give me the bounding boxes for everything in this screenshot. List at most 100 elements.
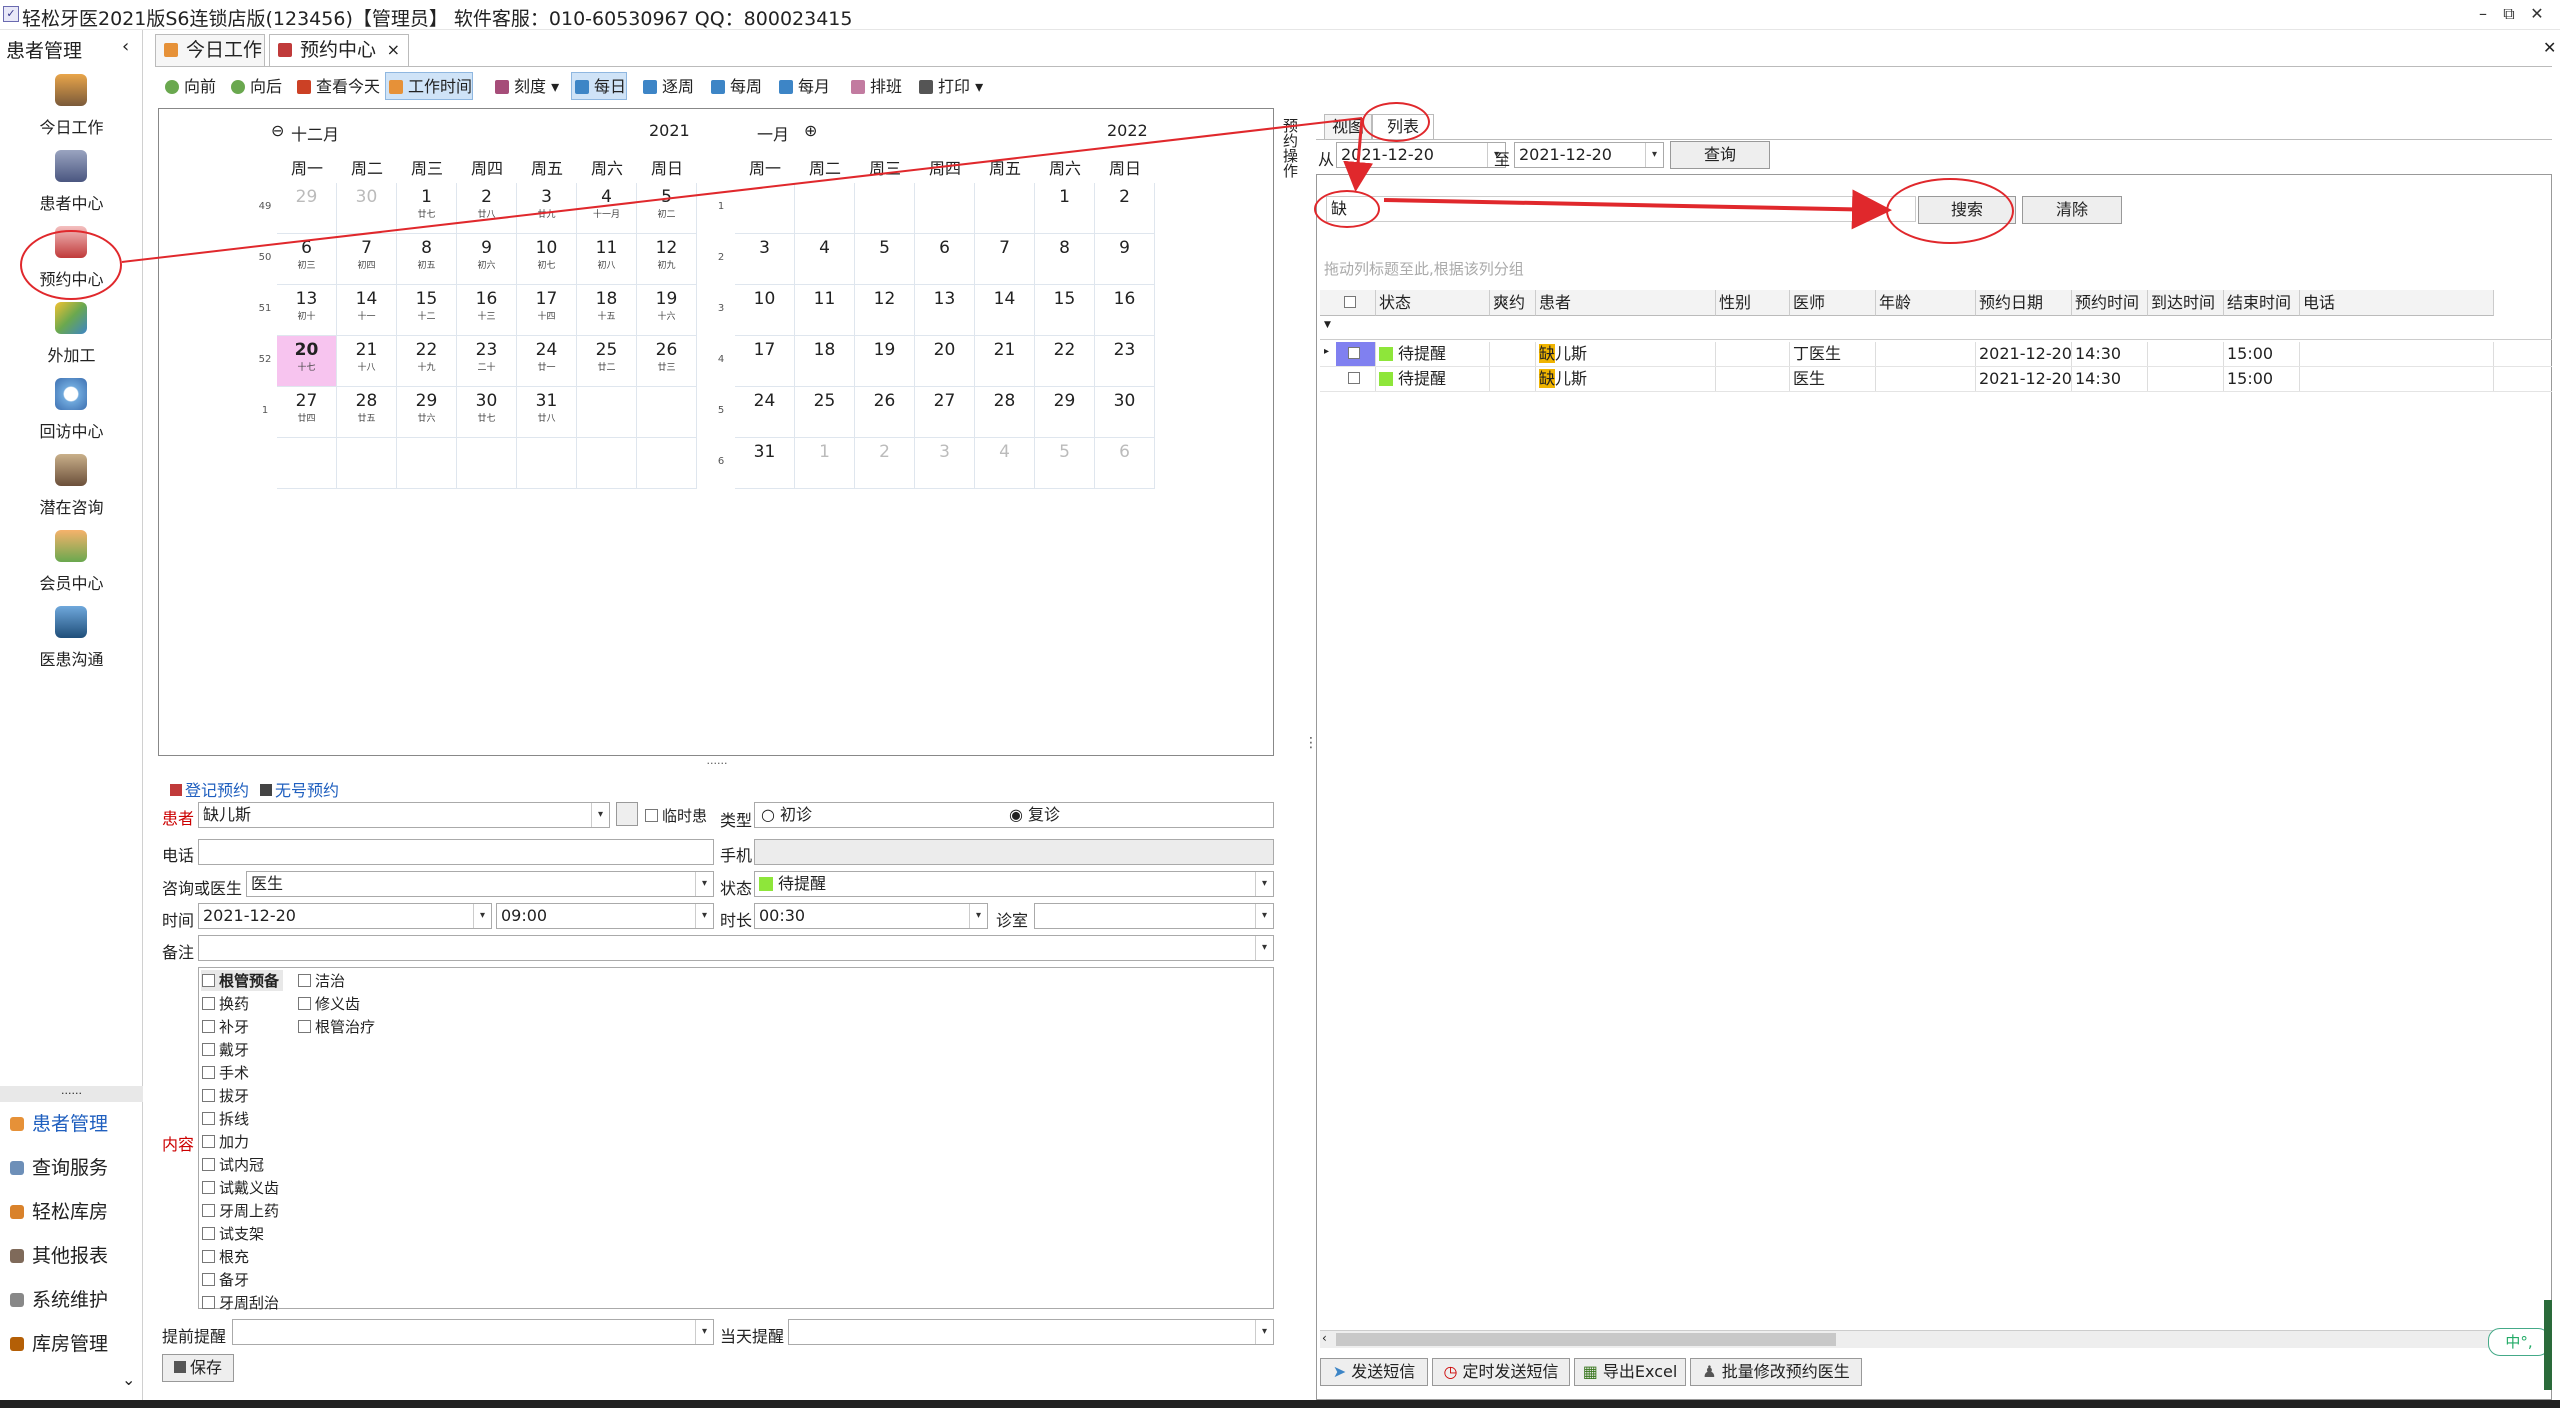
calendar-day[interactable]: 15 十二 <box>397 285 457 336</box>
content-checkbox[interactable]: 戴牙 <box>201 1039 249 1060</box>
calendar-day[interactable] <box>577 438 637 489</box>
calendar-day[interactable]: 14 十一 <box>337 285 397 336</box>
select-all-checkbox[interactable] <box>1320 290 1376 316</box>
calendar-day[interactable]: 6 初三 <box>277 234 337 285</box>
content-checkbox[interactable]: 试戴义齿 <box>201 1177 279 1198</box>
close-all-tabs-icon[interactable]: ✕ <box>2543 38 2556 57</box>
sidebar-item-followup[interactable]: 回访中心 <box>0 378 143 454</box>
content-checkbox[interactable]: 根管治疗 <box>297 1016 375 1037</box>
scroll-left-icon[interactable]: ‹ <box>1322 1331 1327 1345</box>
query-button[interactable]: 查询 <box>1670 141 1770 169</box>
calendar-day[interactable]: 7 初四 <box>337 234 397 285</box>
content-checkbox[interactable]: 补牙 <box>201 1016 249 1037</box>
calendar-day[interactable]: 27 <box>915 387 975 438</box>
save-button[interactable]: 保存 <box>162 1354 234 1382</box>
patient-input[interactable]: 缺儿斯 ▾ <box>198 802 610 828</box>
content-checkbox[interactable]: 试内冠 <box>201 1154 264 1175</box>
clear-button[interactable]: 清除 <box>2022 196 2122 224</box>
calendar-day[interactable] <box>637 438 697 489</box>
date-input[interactable]: 2021-12-20 ▾ <box>198 903 492 929</box>
column-header[interactable]: 患者 <box>1536 290 1716 316</box>
calendar-day[interactable]: 11 <box>795 285 855 336</box>
calendar-day[interactable]: 12 初九 <box>637 234 697 285</box>
calendar-day[interactable]: 29 廿六 <box>397 387 457 438</box>
calendar-day[interactable]: 30 廿七 <box>457 387 517 438</box>
column-header[interactable]: 结束时间 <box>2224 290 2300 316</box>
send-sms-button[interactable]: ➤ 发送短信 <box>1320 1358 1428 1386</box>
row-checkbox[interactable] <box>1336 367 1376 391</box>
batch-doctor-button[interactable]: ♟ 批量修改预约医生 <box>1690 1358 1862 1386</box>
close-window-button[interactable]: ✕ <box>2524 3 2550 25</box>
search-input[interactable]: 缺 <box>1326 196 1916 222</box>
tab-close-icon[interactable]: × <box>387 35 400 65</box>
bottom-nav-maintenance[interactable]: 系统维护 <box>10 1280 108 1320</box>
timed-sms-button[interactable]: ◷ 定时发送短信 <box>1432 1358 1570 1386</box>
bottom-nav-query[interactable]: 查询服务 <box>10 1148 108 1188</box>
calendar-day[interactable]: 6 <box>915 234 975 285</box>
sidebar-item-outsourcing[interactable]: 外加工 <box>0 302 143 378</box>
restore-button[interactable]: ⧉ <box>2496 3 2522 25</box>
calendar-day[interactable]: 15 <box>1035 285 1095 336</box>
sidebar-item-patient-center[interactable]: 患者中心 <box>0 150 143 226</box>
to-date-input[interactable]: 2021-12-20 ▾ <box>1514 142 1664 168</box>
calendar-day[interactable]: 31 廿八 <box>517 387 577 438</box>
sidebar-item-communication[interactable]: 医患沟通 <box>0 606 143 682</box>
content-checkbox[interactable]: 换药 <box>201 993 249 1014</box>
content-checkbox[interactable]: 牙周上药 <box>201 1200 279 1221</box>
expand-icon[interactable]: ⌄ <box>122 1370 135 1389</box>
calendar-day[interactable]: 30 <box>337 183 397 234</box>
calendar-day[interactable]: 3 <box>735 234 795 285</box>
content-checkbox[interactable]: 牙周刮治 <box>201 1292 279 1313</box>
calendar-day[interactable]: 3 廿九 <box>517 183 577 234</box>
mobile-input[interactable] <box>754 839 1274 865</box>
calendar-day[interactable]: 1 <box>795 438 855 489</box>
calendar-day[interactable]: 2 廿八 <box>457 183 517 234</box>
calendar-day[interactable] <box>735 183 795 234</box>
calendar-day[interactable] <box>457 438 517 489</box>
column-header[interactable]: 性别 <box>1716 290 1790 316</box>
calendar-day[interactable] <box>577 387 637 438</box>
print-dropdown[interactable]: 打印 ▾ <box>915 72 984 100</box>
scale-dropdown[interactable]: 刻度 ▾ <box>491 72 560 100</box>
sidebar-item-member[interactable]: 会员中心 <box>0 530 143 606</box>
calendar-day[interactable]: 30 <box>1095 387 1155 438</box>
radio-first[interactable]: ○ 初诊 <box>761 803 812 827</box>
calendar-day[interactable]: 22 <box>1035 336 1095 387</box>
patient-list-icon[interactable] <box>616 802 638 826</box>
content-checkbox[interactable]: 修义齿 <box>297 993 360 1014</box>
calendar-day[interactable] <box>337 438 397 489</box>
filter-row[interactable]: ▼ <box>1320 316 2552 340</box>
horizontal-scrollbar[interactable]: ‹ <box>1320 1330 2552 1348</box>
calendar-day[interactable] <box>915 183 975 234</box>
calendar-day[interactable]: 9 初六 <box>457 234 517 285</box>
radio-revisit[interactable]: ◉ 复诊 <box>1009 803 1060 827</box>
tab-today[interactable]: 今日工作 <box>155 34 265 66</box>
column-header[interactable]: 预约日期 <box>1976 290 2072 316</box>
doctor-select[interactable]: 医生 ▾ <box>246 871 714 897</box>
daily-button[interactable]: 每日 <box>571 72 628 100</box>
bottom-nav-patient[interactable]: 患者管理 <box>10 1104 108 1144</box>
column-header[interactable]: 爽约 <box>1490 290 1536 316</box>
calendar-day[interactable]: 16 十三 <box>457 285 517 336</box>
calendar-day[interactable]: 4 <box>975 438 1035 489</box>
calendar-day[interactable]: 19 十六 <box>637 285 697 336</box>
calendar-day[interactable]: 1 廿七 <box>397 183 457 234</box>
calendar-day[interactable]: 13 <box>915 285 975 336</box>
calendar-day[interactable]: 28 <box>975 387 1035 438</box>
calendar-day[interactable]: 3 <box>915 438 975 489</box>
calendar-day[interactable]: 9 <box>1095 234 1155 285</box>
calendar-day[interactable]: 17 <box>735 336 795 387</box>
content-checkbox[interactable]: 试支架 <box>201 1223 264 1244</box>
calendar-day[interactable]: 11 初八 <box>577 234 637 285</box>
calendar-day[interactable] <box>795 183 855 234</box>
scroll-thumb[interactable] <box>1336 1333 1836 1346</box>
room-select[interactable]: ▾ <box>1034 903 1274 929</box>
calendar-day[interactable]: 24 廿一 <box>517 336 577 387</box>
tab-appointment[interactable]: 预约中心 × <box>269 34 409 66</box>
row-checkbox[interactable] <box>1336 342 1376 366</box>
column-header[interactable]: 预约时间 <box>2072 290 2148 316</box>
content-checkbox[interactable]: 手术 <box>201 1062 249 1083</box>
column-header[interactable]: 状态 <box>1376 290 1490 316</box>
minimize-button[interactable]: – <box>2470 3 2496 25</box>
calendar-day[interactable]: 5 <box>1035 438 1095 489</box>
